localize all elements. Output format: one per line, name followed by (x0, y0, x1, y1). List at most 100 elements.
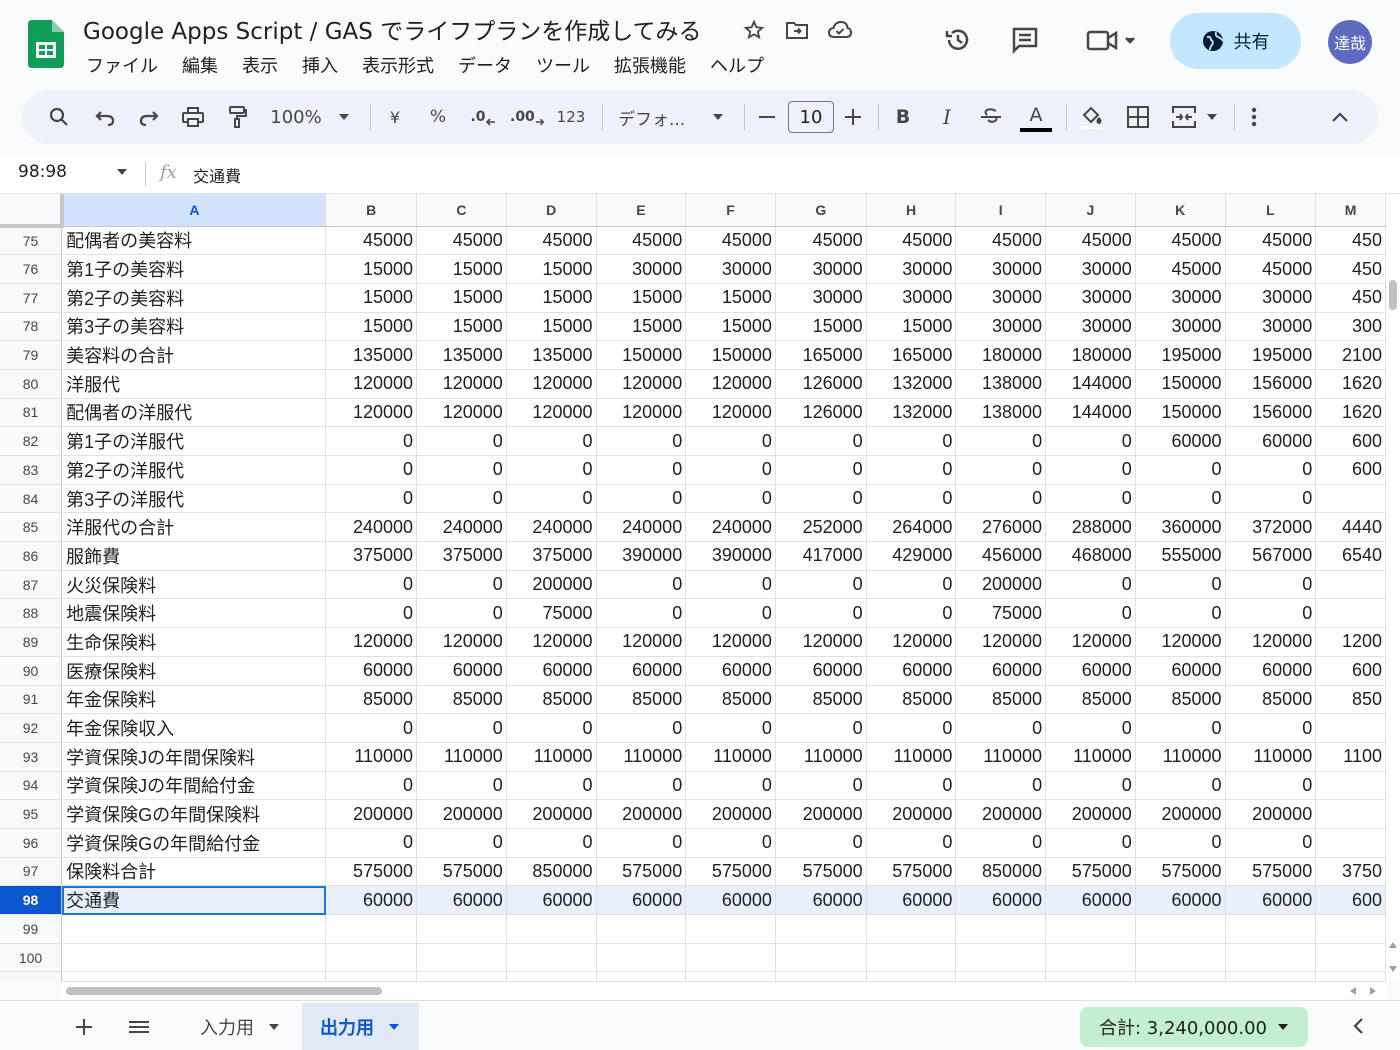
cell-value[interactable]: 0 (685, 713, 776, 743)
cell-value[interactable]: 120000 (506, 398, 597, 428)
cell-value[interactable]: 0 (1045, 426, 1136, 456)
cell-value[interactable] (325, 914, 418, 944)
cell-value[interactable]: 15000 (685, 283, 776, 313)
cell-value[interactable]: 200000 (506, 799, 597, 829)
cell-value[interactable]: 15000 (866, 312, 957, 342)
cell-value[interactable]: 2100 (1315, 340, 1386, 370)
cell-value[interactable]: 0 (955, 484, 1047, 514)
cell-value[interactable]: 60000 (1225, 885, 1317, 915)
cell-value[interactable] (1315, 598, 1386, 629)
cell-value[interactable]: 200000 (1225, 799, 1317, 829)
column-header-e[interactable]: E (596, 194, 687, 227)
cell-value[interactable]: 180000 (955, 340, 1047, 370)
cell-value[interactable] (1315, 771, 1386, 801)
cell-value[interactable] (596, 971, 687, 981)
cell-value[interactable]: 15000 (775, 312, 867, 342)
cell-label[interactable]: 第1子の美容料 (61, 254, 327, 284)
cloud-saved-icon[interactable] (826, 16, 854, 44)
font-size-input[interactable]: 10 (788, 101, 834, 133)
cell-value[interactable]: 0 (506, 771, 597, 801)
cell-label[interactable]: 火災保険料 (61, 570, 327, 600)
cell-value[interactable]: 85000 (416, 685, 507, 715)
cell-value[interactable] (1315, 799, 1386, 829)
cell-value[interactable]: 110000 (596, 742, 687, 772)
name-box[interactable]: 98:98 (18, 162, 67, 182)
row-header[interactable]: 90 (0, 656, 63, 686)
cell-value[interactable]: 264000 (866, 512, 957, 543)
cell-value[interactable]: 30000 (775, 254, 867, 284)
increase-font-size-icon[interactable] (842, 90, 864, 144)
row-header[interactable]: 97 (0, 857, 63, 887)
cell-value[interactable]: 0 (955, 713, 1047, 743)
cell-value[interactable] (1135, 914, 1226, 944)
cell-label[interactable]: 第3子の洋服代 (61, 484, 327, 514)
row-header[interactable]: 91 (0, 685, 63, 715)
cell-value[interactable]: 85000 (1135, 685, 1226, 715)
cell-value[interactable] (1225, 914, 1317, 944)
cell-value[interactable]: 390000 (596, 541, 687, 571)
cell-value[interactable]: 0 (1225, 598, 1317, 629)
cell-value[interactable]: 85000 (325, 685, 418, 715)
cell-value[interactable]: 390000 (685, 541, 776, 571)
row-header[interactable]: 79 (0, 340, 63, 370)
cell-label[interactable] (61, 971, 327, 981)
menu-tools[interactable]: ツール (524, 52, 602, 78)
row-header[interactable]: 87 (0, 570, 63, 600)
cell-value[interactable] (1135, 971, 1226, 981)
cell-value[interactable]: 15000 (416, 283, 507, 313)
cell-value[interactable]: 240000 (685, 512, 776, 543)
cell-value[interactable]: 138000 (955, 398, 1047, 428)
cell-value[interactable]: 6540 (1315, 541, 1386, 571)
cell-value[interactable]: 288000 (1045, 512, 1136, 543)
cell-value[interactable]: 850000 (506, 857, 597, 887)
cell-value[interactable]: 0 (596, 570, 687, 600)
cell-value[interactable]: 200000 (685, 799, 776, 829)
row-header[interactable]: 85 (0, 512, 63, 543)
cell-value[interactable]: 120000 (506, 627, 597, 657)
cell-value[interactable]: 1100 (1315, 742, 1386, 772)
cell-value[interactable]: 0 (596, 455, 687, 485)
row-header[interactable]: 81 (0, 398, 63, 428)
cell-label[interactable]: 生命保険料 (61, 627, 327, 657)
cell-value[interactable]: 300 (1315, 312, 1386, 342)
row-header[interactable]: 89 (0, 627, 63, 657)
cell-value[interactable]: 0 (685, 771, 776, 801)
cell-value[interactable]: 575000 (775, 857, 867, 887)
cell-value[interactable]: 0 (506, 426, 597, 456)
cell-value[interactable]: 30000 (1045, 254, 1136, 284)
cell-label[interactable]: 地震保険料 (61, 598, 327, 629)
row-header[interactable]: 84 (0, 484, 63, 514)
cell-value[interactable]: 0 (685, 426, 776, 456)
row-header[interactable]: 86 (0, 541, 63, 571)
cell-value[interactable]: 85000 (775, 685, 867, 715)
meet-video-icon[interactable] (1082, 22, 1142, 58)
row-header[interactable]: 80 (0, 369, 63, 399)
cell-value[interactable]: 0 (416, 426, 507, 456)
cell-value[interactable]: 120000 (1045, 627, 1136, 657)
cell-value[interactable]: 200000 (1135, 799, 1226, 829)
cell-value[interactable]: 30000 (866, 283, 957, 313)
side-panel-chevron-left-icon[interactable] (1352, 1017, 1370, 1037)
cell-value[interactable]: 120000 (1135, 627, 1226, 657)
row-header[interactable]: 100 (0, 943, 63, 973)
cell-value[interactable]: 85000 (506, 685, 597, 715)
cell-value[interactable]: 135000 (325, 340, 418, 370)
cell-value[interactable]: 120000 (325, 398, 418, 428)
cell-value[interactable]: 0 (596, 598, 687, 629)
cell-value[interactable] (416, 971, 507, 981)
cell-value[interactable]: 0 (775, 426, 867, 456)
cell-value[interactable]: 1620 (1315, 398, 1386, 428)
sheets-logo-icon[interactable] (28, 20, 64, 68)
cell-value[interactable]: 15000 (416, 312, 507, 342)
cell-value[interactable]: 0 (416, 598, 507, 629)
cell-value[interactable]: 0 (866, 455, 957, 485)
scroll-up-arrow-icon[interactable] (1389, 942, 1397, 948)
cell-value[interactable]: 60000 (955, 656, 1047, 686)
row-header[interactable]: 88 (0, 598, 63, 629)
cell-value[interactable]: 0 (1225, 570, 1317, 600)
row-header[interactable]: 101 (0, 971, 63, 981)
cell-value[interactable]: 0 (325, 828, 418, 858)
cell-value[interactable]: 60000 (955, 885, 1047, 915)
cell-value[interactable]: 0 (416, 828, 507, 858)
cell-value[interactable]: 120000 (866, 627, 957, 657)
